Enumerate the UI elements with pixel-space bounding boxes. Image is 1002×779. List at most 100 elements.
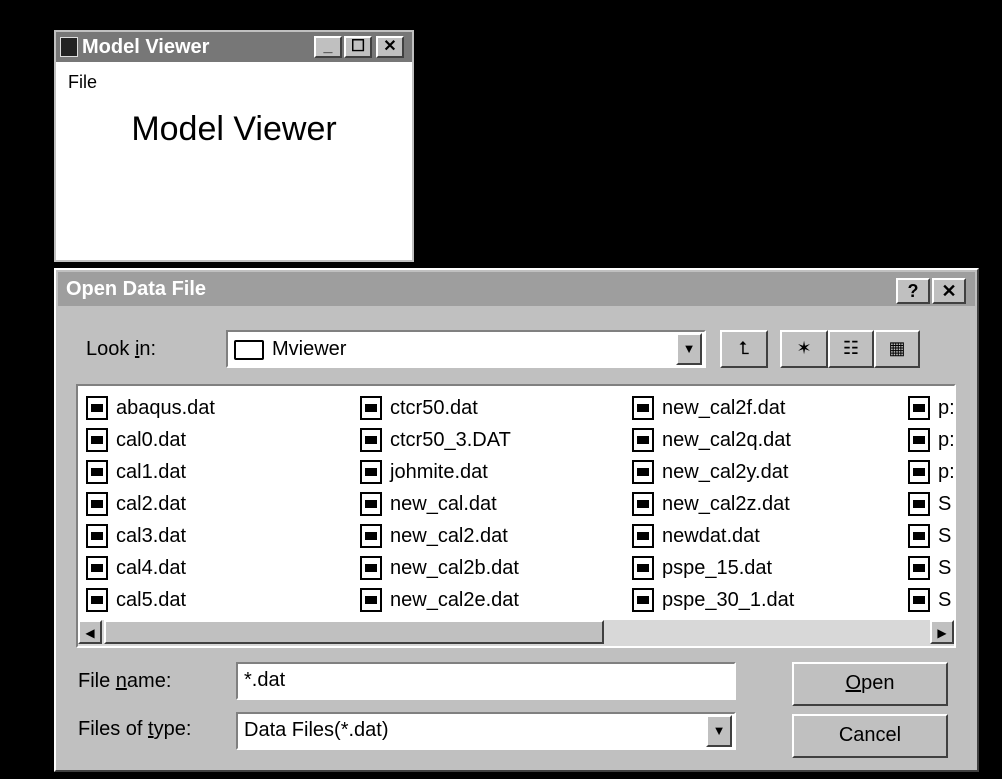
chevron-down-icon[interactable]: ▼	[676, 333, 702, 365]
minimize-button[interactable]: _	[314, 36, 342, 58]
horizontal-scrollbar[interactable]: ◀ ▶	[78, 620, 954, 646]
file-item[interactable]: new_cal2z.dat	[632, 488, 794, 520]
file-list[interactable]: abaqus.dat cal0.dat cal1.dat cal2.dat cal3.d…	[76, 384, 956, 648]
data-file-icon	[632, 396, 654, 420]
dialog-close-button[interactable]: ✕	[932, 278, 966, 304]
scroll-left-icon[interactable]: ◀	[78, 620, 102, 644]
data-file-icon	[360, 460, 382, 484]
file-item[interactable]: new_cal2b.dat	[360, 552, 519, 584]
data-file-icon	[632, 428, 654, 452]
open-button[interactable]: Open	[792, 662, 948, 706]
file-item[interactable]: cal0.dat	[86, 424, 215, 456]
data-file-icon	[86, 428, 108, 452]
file-name: new_cal2e.dat	[390, 589, 519, 611]
window-title: Model Viewer	[82, 36, 210, 58]
file-name: S	[938, 589, 952, 611]
file-item[interactable]: cal3.dat	[86, 520, 215, 552]
file-item[interactable]: cal5.dat	[86, 584, 215, 616]
file-name: cal2.dat	[116, 493, 187, 515]
file-item[interactable]: new_cal2f.dat	[632, 392, 794, 424]
file-name: cal0.dat	[116, 429, 187, 451]
file-item[interactable]: cal2.dat	[86, 488, 215, 520]
file-name: new_cal2y.dat	[662, 461, 789, 483]
file-name: ctcr50.dat	[390, 397, 478, 419]
file-name: new_cal2.dat	[390, 525, 508, 547]
data-file-icon	[86, 524, 108, 548]
app-heading: Model Viewer	[131, 110, 337, 148]
data-file-icon	[632, 492, 654, 516]
close-button[interactable]: ✕	[376, 36, 404, 58]
file-item[interactable]: new_cal2.dat	[360, 520, 519, 552]
file-name: abaqus.dat	[116, 397, 215, 419]
file-name-label: File name:	[78, 670, 172, 692]
file-column: abaqus.dat cal0.dat cal1.dat cal2.dat cal3.d…	[86, 392, 215, 616]
file-item[interactable]: johmite.dat	[360, 456, 519, 488]
list-view-button[interactable]: ☷	[828, 330, 874, 368]
file-item[interactable]: abaqus.dat	[86, 392, 215, 424]
dialog-titlebar[interactable]: Open Data File	[58, 272, 975, 306]
scrollbar-thumb[interactable]	[104, 620, 604, 644]
file-item[interactable]: p:	[908, 424, 955, 456]
up-folder-button[interactable]: ⮤	[720, 330, 768, 368]
files-of-type-value: Data Files(*.dat)	[244, 719, 389, 741]
file-item[interactable]: p:	[908, 456, 955, 488]
file-item[interactable]: S	[908, 520, 954, 552]
file-name-input[interactable]: *.dat	[236, 662, 736, 700]
file-item[interactable]: new_cal2e.dat	[360, 584, 519, 616]
data-file-icon	[86, 460, 108, 484]
look-in-label: Look in:	[86, 338, 157, 360]
data-file-icon	[908, 556, 930, 580]
file-item[interactable]: new_cal.dat	[360, 488, 519, 520]
file-item[interactable]: new_cal2q.dat	[632, 424, 794, 456]
data-file-icon	[908, 396, 930, 420]
file-item[interactable]: cal4.dat	[86, 552, 215, 584]
data-file-icon	[86, 396, 108, 420]
data-file-icon	[908, 524, 930, 548]
data-file-icon	[632, 460, 654, 484]
help-button[interactable]: ?	[896, 278, 930, 304]
file-name: new_cal2f.dat	[662, 397, 786, 419]
data-file-icon	[908, 588, 930, 612]
file-name: S	[938, 557, 952, 579]
file-name: p:	[938, 429, 955, 451]
files-of-type-dropdown[interactable]: Data Files(*.dat) ▼	[236, 712, 736, 750]
file-item[interactable]: ctcr50_3.DAT	[360, 424, 519, 456]
file-column: ctcr50.dat ctcr50_3.DAT johmite.dat new_cal…	[360, 392, 519, 616]
model-viewer-window: Model Viewer _ ☐ ✕ File Model Viewer	[54, 30, 414, 262]
model-viewer-titlebar[interactable]: Model Viewer _ ☐ ✕	[56, 32, 412, 62]
file-item[interactable]: pspe_30_1.dat	[632, 584, 794, 616]
file-name: S	[938, 525, 952, 547]
menu-file[interactable]: File	[68, 72, 97, 93]
look-in-value: Mviewer	[272, 338, 347, 360]
file-name: p:	[938, 461, 955, 483]
file-name: new_cal.dat	[390, 493, 497, 515]
scroll-right-icon[interactable]: ▶	[930, 620, 954, 644]
data-file-icon	[632, 556, 654, 580]
cancel-button[interactable]: Cancel	[792, 714, 948, 758]
file-name: cal5.dat	[116, 589, 187, 611]
file-name: cal4.dat	[116, 557, 187, 579]
dialog-title: Open Data File	[66, 278, 207, 300]
file-item[interactable]: S	[908, 584, 954, 616]
file-item[interactable]: p:	[908, 392, 954, 424]
data-file-icon	[908, 492, 930, 516]
file-item[interactable]: ctcr50.dat	[360, 392, 519, 424]
file-item[interactable]: newdat.dat	[632, 520, 794, 552]
data-file-icon	[908, 428, 930, 452]
look-in-dropdown[interactable]: Mviewer ▼	[226, 330, 706, 368]
data-file-icon	[360, 556, 382, 580]
details-view-button[interactable]: ▦	[874, 330, 920, 368]
file-item[interactable]: pspe_15.dat	[632, 552, 794, 584]
file-item[interactable]: S	[908, 552, 954, 584]
file-item[interactable]: S	[908, 488, 954, 520]
maximize-button[interactable]: ☐	[344, 36, 372, 58]
data-file-icon	[360, 492, 382, 516]
new-folder-button[interactable]: ✶	[780, 330, 828, 368]
file-column: new_cal2f.dat new_cal2q.dat new_cal2y.datn…	[632, 392, 794, 616]
data-file-icon	[360, 428, 382, 452]
file-item[interactable]: cal1.dat	[86, 456, 215, 488]
data-file-icon	[908, 460, 930, 484]
app-icon	[60, 37, 78, 57]
chevron-down-icon[interactable]: ▼	[706, 715, 732, 747]
file-item[interactable]: new_cal2y.dat	[632, 456, 794, 488]
